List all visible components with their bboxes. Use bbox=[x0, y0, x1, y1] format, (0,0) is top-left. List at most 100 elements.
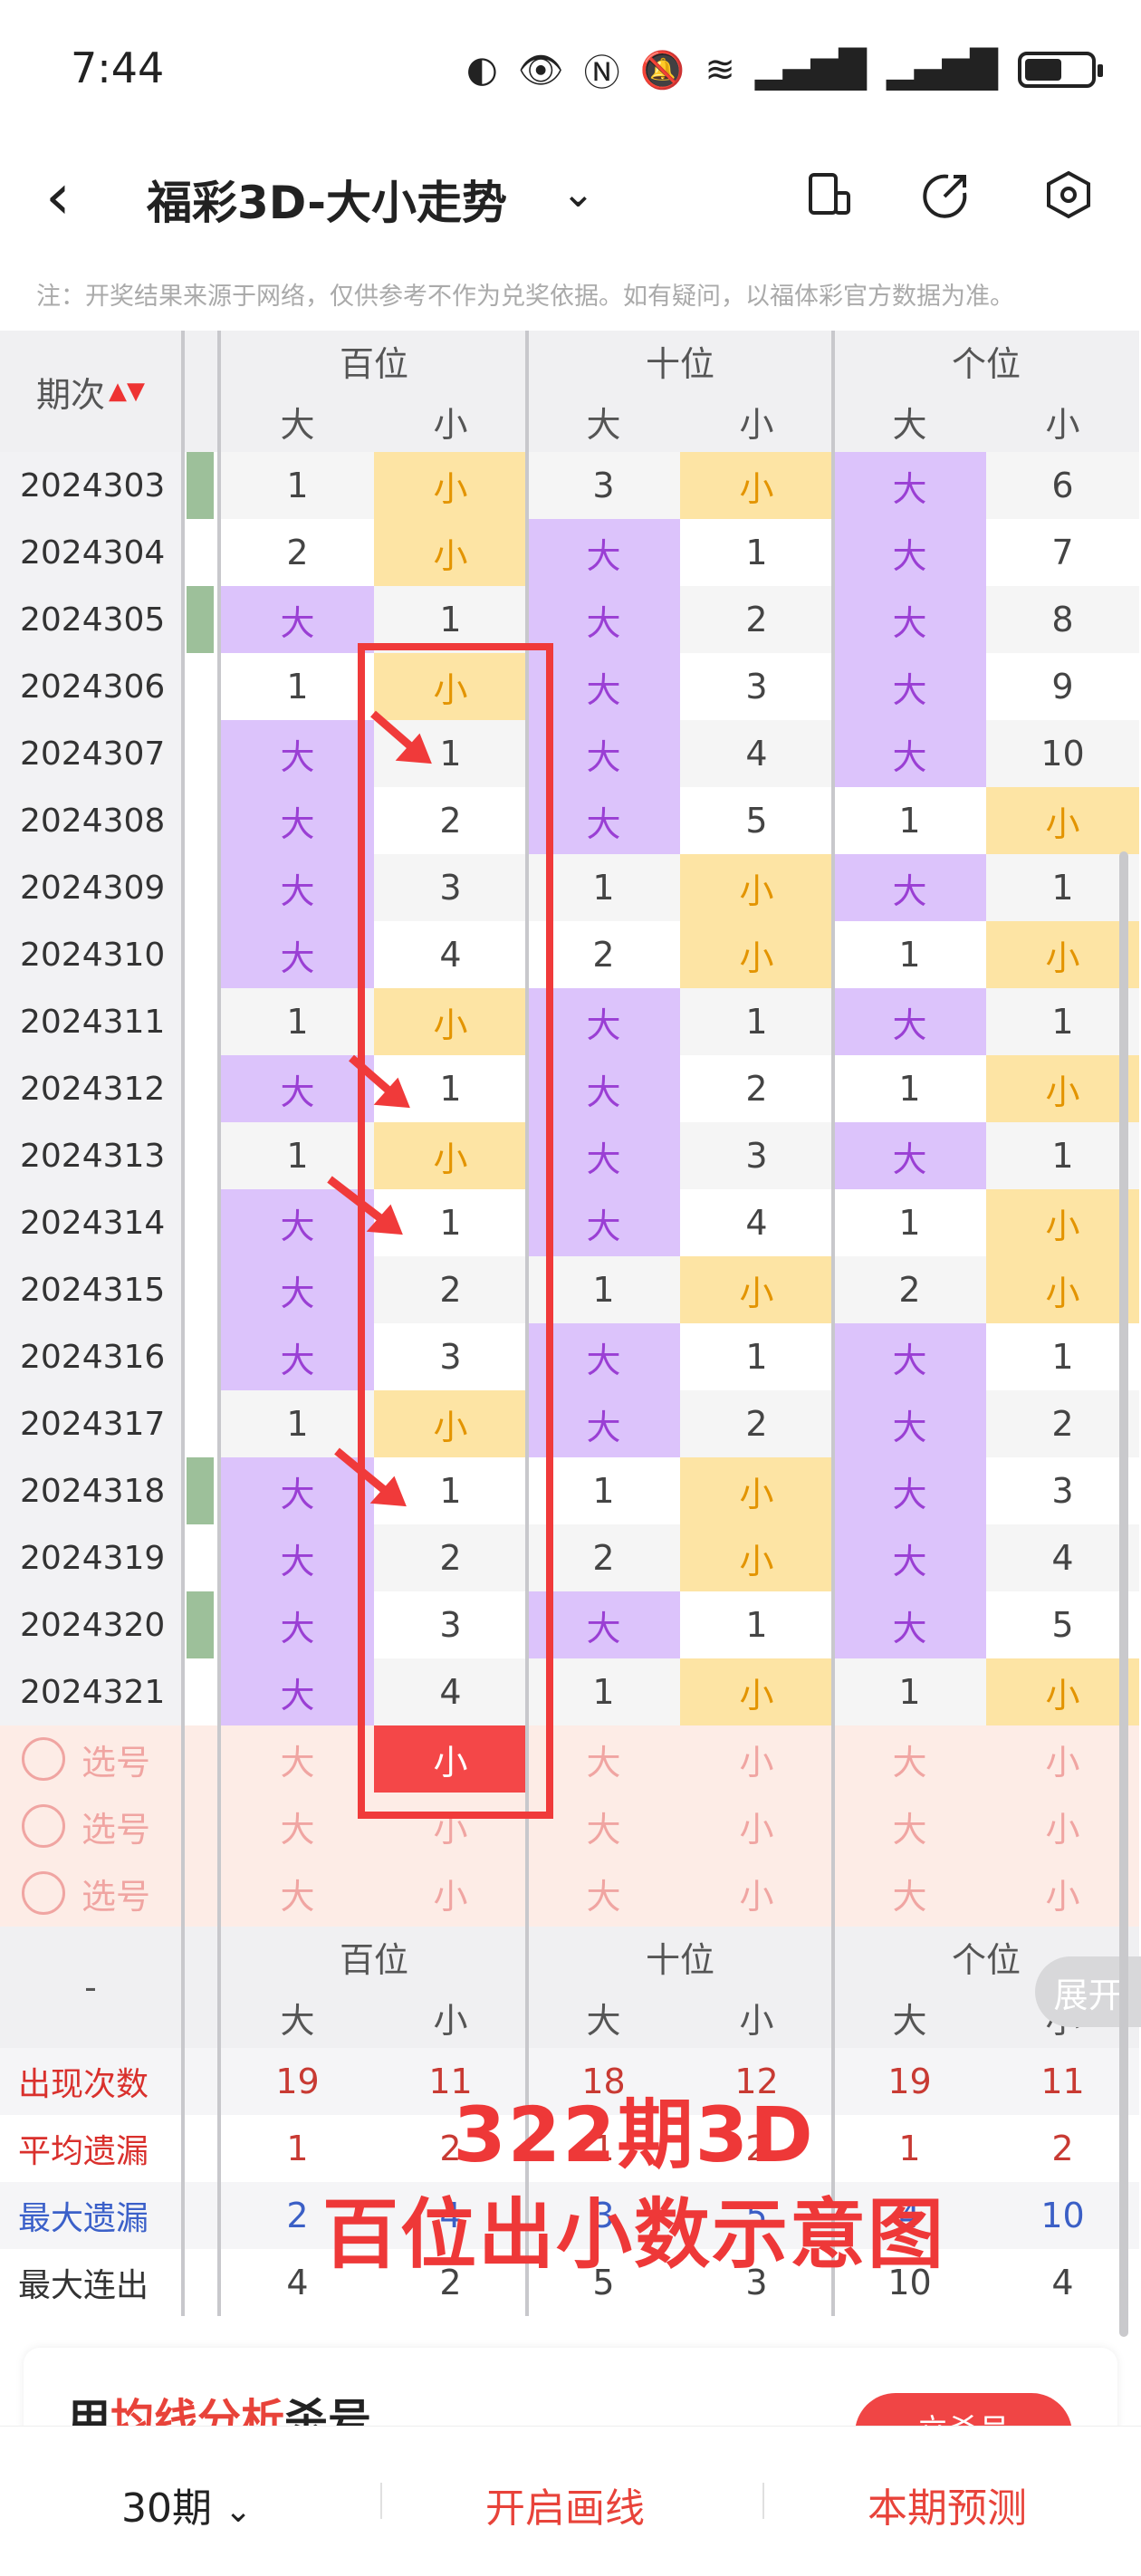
pick-option[interactable]: 大 bbox=[527, 1793, 680, 1860]
table-cell: 9 bbox=[986, 653, 1139, 720]
radio-circle-icon[interactable] bbox=[22, 1804, 65, 1848]
pick-option[interactable]: 大 bbox=[527, 1860, 680, 1927]
pick-row-label[interactable]: 选号 bbox=[0, 1725, 181, 1793]
table-cell: 2 bbox=[374, 1256, 527, 1323]
table-cell: 3 bbox=[374, 1591, 527, 1658]
row-marker bbox=[187, 1055, 214, 1122]
table-cell: 小 bbox=[986, 1189, 1139, 1256]
pick-row-label[interactable]: 选号 bbox=[0, 1860, 181, 1927]
table-cell: 大 bbox=[527, 1055, 680, 1122]
pick-option[interactable]: 大 bbox=[833, 1725, 986, 1793]
table-cell: 小 bbox=[680, 1658, 833, 1725]
table-cell: 小 bbox=[680, 921, 833, 988]
table-cell: 1 bbox=[680, 519, 833, 586]
stats-row-label: 平均遗漏 bbox=[0, 2115, 181, 2182]
stats-subheader-4: 大 bbox=[833, 1986, 986, 2048]
table-cell: 1 bbox=[833, 1189, 986, 1256]
status-time: 7:44 bbox=[71, 43, 165, 92]
toolbar-divider bbox=[380, 2483, 382, 2519]
row-marker bbox=[187, 720, 214, 787]
battery-icon bbox=[1018, 52, 1103, 88]
table-cell: 1 bbox=[680, 1591, 833, 1658]
table-cell: 大 bbox=[527, 1122, 680, 1189]
pick-option[interactable]: 大 bbox=[221, 1860, 374, 1927]
table-cell: 大 bbox=[833, 854, 986, 921]
pick-option[interactable]: 大 bbox=[833, 1860, 986, 1927]
phone-layout-icon[interactable] bbox=[797, 163, 860, 226]
table-row-period: 2024304 bbox=[0, 519, 181, 586]
row-marker bbox=[187, 1189, 214, 1256]
table-cell: 大 bbox=[833, 452, 986, 519]
table-cell: 1 bbox=[833, 1658, 986, 1725]
share-icon[interactable] bbox=[915, 163, 978, 226]
table-cell: 大 bbox=[221, 1658, 374, 1725]
app-bar: ‹ 福彩3D-大小走势 ⌄ bbox=[0, 136, 1141, 254]
pick-option[interactable]: 小 bbox=[680, 1860, 833, 1927]
chevron-down-icon[interactable]: ⌄ bbox=[561, 170, 595, 216]
disclaimer-note: 注：开奖结果来源于网络，仅供参考不作为兑奖依据。如有疑问，以福体彩官方数据为准。 bbox=[36, 283, 1014, 311]
period-select[interactable]: 30期 ⌄ bbox=[121, 2475, 252, 2533]
table-row-period: 2024312 bbox=[0, 1055, 181, 1122]
pick-option[interactable]: 小 bbox=[374, 1793, 527, 1860]
radio-circle-icon[interactable] bbox=[22, 1871, 65, 1915]
table-cell: 大 bbox=[221, 787, 374, 854]
table-row-period: 2024317 bbox=[0, 1390, 181, 1457]
table-cell: 小 bbox=[986, 787, 1139, 854]
pick-gap bbox=[181, 1860, 221, 1927]
pick-option[interactable]: 小 bbox=[680, 1725, 833, 1793]
table-cell: 大 bbox=[527, 653, 680, 720]
pick-option[interactable]: 小 bbox=[986, 1860, 1139, 1927]
table-cell: 2 bbox=[833, 1256, 986, 1323]
back-chevron-icon[interactable]: ‹ bbox=[45, 159, 71, 234]
table-cell: 大 bbox=[833, 519, 986, 586]
table-cell: 1 bbox=[527, 1457, 680, 1524]
row-marker bbox=[187, 1658, 214, 1725]
table-row-period: 2024306 bbox=[0, 653, 181, 720]
table-cell: 1 bbox=[680, 988, 833, 1055]
table-cell: 3 bbox=[374, 1323, 527, 1390]
row-marker bbox=[187, 1457, 214, 1524]
table-cell: 小 bbox=[986, 1256, 1139, 1323]
settings-hexagon-icon[interactable] bbox=[1037, 163, 1100, 226]
page-title[interactable]: 福彩3D-大小走势 bbox=[147, 167, 507, 232]
group-header-2: 个位 bbox=[833, 331, 1139, 390]
pick-option[interactable]: 大 bbox=[221, 1725, 374, 1793]
table-cell: 1 bbox=[374, 1457, 527, 1524]
table-cell: 大 bbox=[221, 586, 374, 653]
pick-option[interactable]: 大 bbox=[221, 1793, 374, 1860]
table-cell: 小 bbox=[986, 1055, 1139, 1122]
table-cell: 1 bbox=[374, 1189, 527, 1256]
pick-gap bbox=[181, 1793, 221, 1860]
table-cell: 2 bbox=[374, 787, 527, 854]
table-cell: 大 bbox=[221, 1256, 374, 1323]
pick-option[interactable]: 大 bbox=[833, 1793, 986, 1860]
table-cell: 1 bbox=[986, 1323, 1139, 1390]
table-cell: 1 bbox=[374, 720, 527, 787]
period-header[interactable]: 期次 ▲▼ bbox=[0, 331, 181, 452]
pick-option[interactable]: 小 bbox=[680, 1793, 833, 1860]
pick-option[interactable]: 小 bbox=[986, 1725, 1139, 1793]
table-cell: 小 bbox=[374, 1390, 527, 1457]
table-cell: 小 bbox=[986, 1658, 1139, 1725]
table-cell: 7 bbox=[986, 519, 1139, 586]
table-cell: 大 bbox=[527, 720, 680, 787]
table-cell: 大 bbox=[221, 1591, 374, 1658]
table-cell: 1 bbox=[221, 988, 374, 1055]
pick-option[interactable]: 小 bbox=[374, 1725, 527, 1793]
table-cell: 大 bbox=[221, 1524, 374, 1591]
stats-cell: 4 bbox=[986, 2249, 1139, 2316]
predict-button[interactable]: 本期预测 bbox=[868, 2475, 1027, 2533]
toolbar-divider bbox=[762, 2483, 764, 2519]
pick-option[interactable]: 大 bbox=[527, 1725, 680, 1793]
table-cell: 大 bbox=[833, 1457, 986, 1524]
pick-option[interactable]: 小 bbox=[374, 1860, 527, 1927]
stats-header-gap bbox=[181, 1927, 221, 2048]
table-cell: 1 bbox=[374, 586, 527, 653]
scrollbar[interactable] bbox=[1119, 851, 1128, 2337]
table-row-period: 2024309 bbox=[0, 854, 181, 921]
pick-option[interactable]: 小 bbox=[986, 1793, 1139, 1860]
draw-line-button[interactable]: 开启画线 bbox=[485, 2475, 645, 2533]
radio-circle-icon[interactable] bbox=[22, 1737, 65, 1781]
table-cell: 大 bbox=[527, 787, 680, 854]
pick-row-label[interactable]: 选号 bbox=[0, 1793, 181, 1860]
